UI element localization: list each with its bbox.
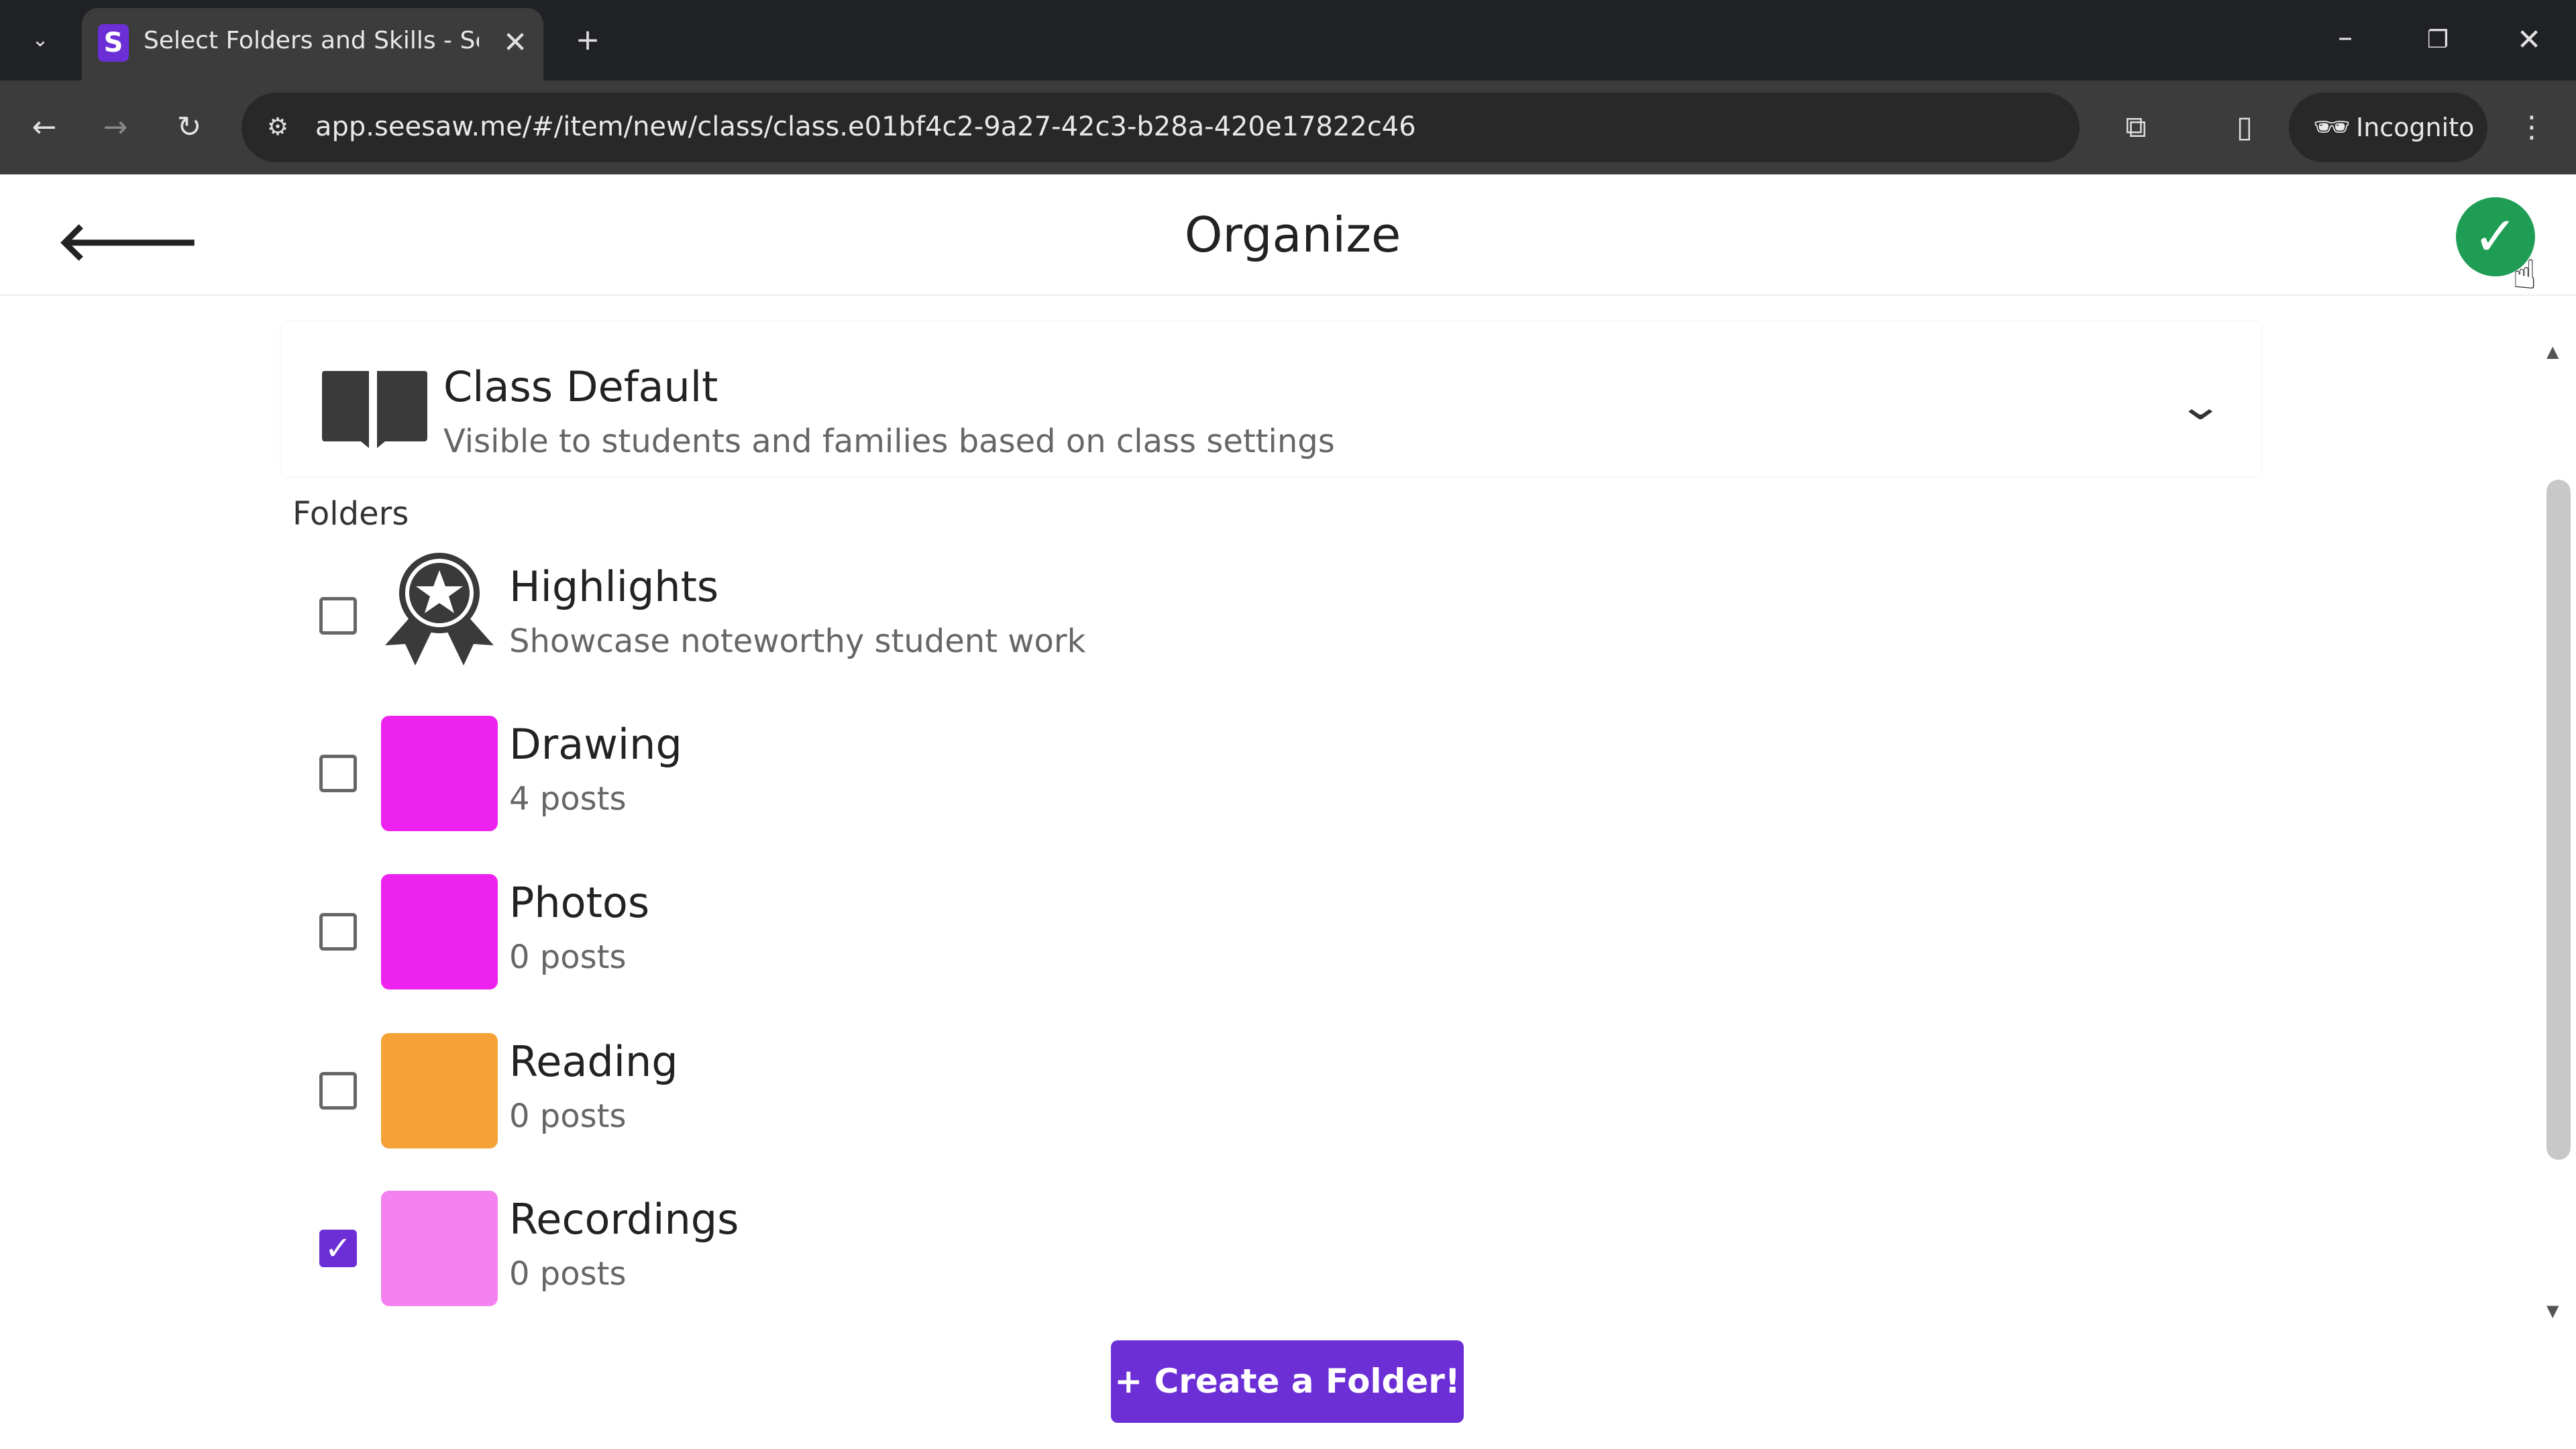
- folder-row-recordings[interactable]: ✓ Recordings 0 posts: [0, 1181, 2482, 1316]
- page-title: Organize: [1184, 207, 1401, 263]
- folder-checkbox[interactable]: ✓: [319, 1230, 357, 1267]
- tab-active[interactable]: S Select Folders and Skills - Seesaw ✕: [82, 8, 543, 80]
- tab-title: Select Folders and Skills - Seesaw: [144, 27, 479, 54]
- site-info-icon[interactable]: ⚙: [258, 107, 298, 148]
- url-text[interactable]: app.seesaw.me/#/item/new/class/class.e01…: [315, 111, 1416, 142]
- folder-checkbox[interactable]: [319, 1072, 357, 1110]
- incognito-badge[interactable]: 🕶 Incognito: [2289, 93, 2487, 162]
- tab-strip: ⌄ S Select Folders and Skills - Seesaw ✕…: [0, 0, 2576, 80]
- folder-subtext: 0 posts: [509, 938, 627, 976]
- class-default-subtitle: Visible to students and families based o…: [443, 423, 1335, 460]
- tab-close-icon[interactable]: ✕: [495, 23, 535, 63]
- folder-color-swatch: [381, 874, 498, 989]
- folder-color-swatch: [381, 1033, 498, 1148]
- book-icon: [322, 371, 427, 448]
- chevron-down-icon[interactable]: ⌄: [2177, 382, 2224, 429]
- window-close-icon[interactable]: ✕: [2509, 20, 2549, 60]
- folder-color-swatch: [381, 1191, 498, 1306]
- class-default-title: Class Default: [443, 362, 718, 411]
- folder-row-photos[interactable]: Photos 0 posts: [0, 865, 2482, 999]
- incognito-label: Incognito: [2356, 113, 2475, 142]
- folder-subtext: 0 posts: [509, 1097, 627, 1135]
- folder-subtext: 0 posts: [509, 1255, 627, 1293]
- restore-icon[interactable]: ❐: [2418, 20, 2458, 60]
- side-panel-icon[interactable]: ▯: [2224, 107, 2265, 148]
- folder-checkbox[interactable]: [319, 755, 357, 792]
- page-header: 🡐 Organize ✓: [0, 174, 2576, 296]
- award-ribbon-icon: [385, 553, 494, 665]
- folder-row-highlights[interactable]: Highlights Showcase noteworthy student w…: [0, 549, 2482, 683]
- folder-row-reading[interactable]: Reading 0 posts: [0, 1024, 2482, 1158]
- tab-search-chevron-icon[interactable]: ⌄: [20, 20, 60, 60]
- create-folder-button[interactable]: + Create a Folder!: [1111, 1340, 1464, 1423]
- reload-icon[interactable]: ↻: [169, 107, 209, 148]
- new-tab-icon[interactable]: +: [568, 20, 608, 60]
- folder-name: Highlights: [509, 562, 719, 611]
- scroll-down-icon[interactable]: ▼: [2546, 1301, 2559, 1320]
- folder-checkbox[interactable]: [319, 913, 357, 951]
- folder-checkbox[interactable]: [319, 597, 357, 635]
- extensions-icon[interactable]: ⧉: [2116, 107, 2156, 148]
- menu-icon[interactable]: ⋮: [2512, 107, 2552, 148]
- seesaw-favicon-icon: S: [98, 24, 129, 62]
- scroll-up-icon[interactable]: ▲: [2546, 342, 2559, 361]
- address-bar[interactable]: ⚙ app.seesaw.me/#/item/new/class/class.e…: [241, 93, 2080, 162]
- forward-icon[interactable]: →: [95, 107, 136, 148]
- scrollbar-thumb[interactable]: [2546, 480, 2571, 1160]
- minimize-icon[interactable]: –: [2325, 17, 2365, 58]
- back-icon[interactable]: ←: [24, 107, 64, 148]
- folders-heading: Folders: [292, 495, 409, 533]
- folder-name: Reading: [509, 1037, 678, 1086]
- folder-subtext: 4 posts: [509, 780, 627, 818]
- folder-name: Recordings: [509, 1195, 739, 1244]
- folder-color-swatch: [381, 716, 498, 831]
- incognito-icon: 🕶: [2313, 110, 2351, 144]
- folder-name: Photos: [509, 878, 650, 927]
- folder-subtext: Showcase noteworthy student work: [509, 623, 1086, 660]
- folder-row-drawing[interactable]: Drawing 4 posts: [0, 706, 2482, 841]
- folder-name: Drawing: [509, 720, 682, 769]
- mouse-cursor-icon: ☝: [2512, 252, 2537, 299]
